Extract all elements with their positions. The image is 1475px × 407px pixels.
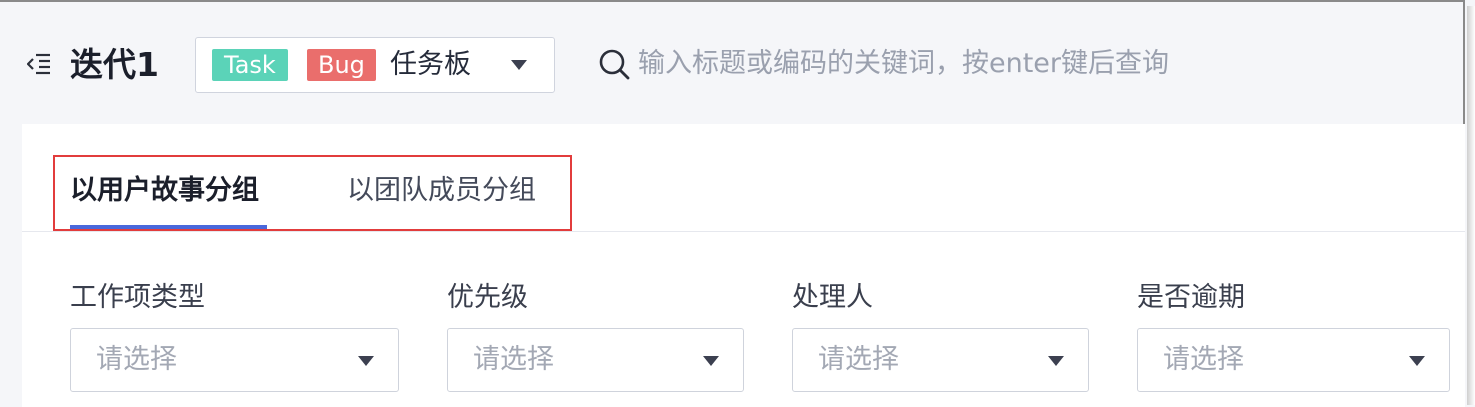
window-frame: 迭代1 Task Bug 任务板 以用户故事分组 以团队成员分组 工作项类型 请…	[0, 0, 1465, 407]
tab-group-by-user-story[interactable]: 以用户故事分组	[70, 172, 259, 210]
select-placeholder: 请选择	[96, 344, 177, 375]
board-panel: 以用户故事分组 以团队成员分组 工作项类型 请选择 优先级 请选择 处理人 请选…	[22, 124, 1465, 407]
select-placeholder: 请选择	[473, 344, 554, 375]
chevron-down-icon	[703, 356, 719, 366]
chevron-down-icon	[1409, 356, 1425, 366]
bug-tag: Bug	[307, 49, 376, 81]
window-shadow	[1467, 6, 1475, 405]
active-tab-underline	[70, 225, 267, 229]
chevron-down-icon	[358, 356, 374, 366]
select-placeholder: 请选择	[818, 344, 899, 375]
board-label: 任务板	[390, 49, 471, 80]
filter-label-work-item-type: 工作项类型	[70, 282, 205, 313]
priority-select[interactable]: 请选择	[447, 328, 744, 392]
overdue-select[interactable]: 请选择	[1137, 328, 1450, 392]
work-item-type-select[interactable]: 请选择	[70, 328, 399, 392]
chevron-down-icon[interactable]	[511, 60, 527, 70]
chevron-down-icon	[1048, 356, 1064, 366]
task-tag: Task	[212, 49, 288, 81]
tabs-divider	[22, 231, 1465, 232]
iteration-title: 迭代1	[70, 45, 159, 84]
filter-label-assignee: 处理人	[792, 282, 873, 313]
search-icon[interactable]	[598, 48, 632, 82]
board-type-dropdown[interactable]: Task Bug 任务板	[195, 37, 555, 93]
search-input[interactable]	[638, 44, 1238, 82]
tab-group-by-team-member[interactable]: 以团队成员分组	[347, 172, 536, 210]
assignee-select[interactable]: 请选择	[792, 328, 1089, 392]
filter-label-overdue: 是否逾期	[1137, 282, 1245, 313]
select-placeholder: 请选择	[1163, 344, 1244, 375]
filter-label-priority: 优先级	[447, 282, 528, 313]
collapse-menu-icon[interactable]	[26, 53, 51, 75]
